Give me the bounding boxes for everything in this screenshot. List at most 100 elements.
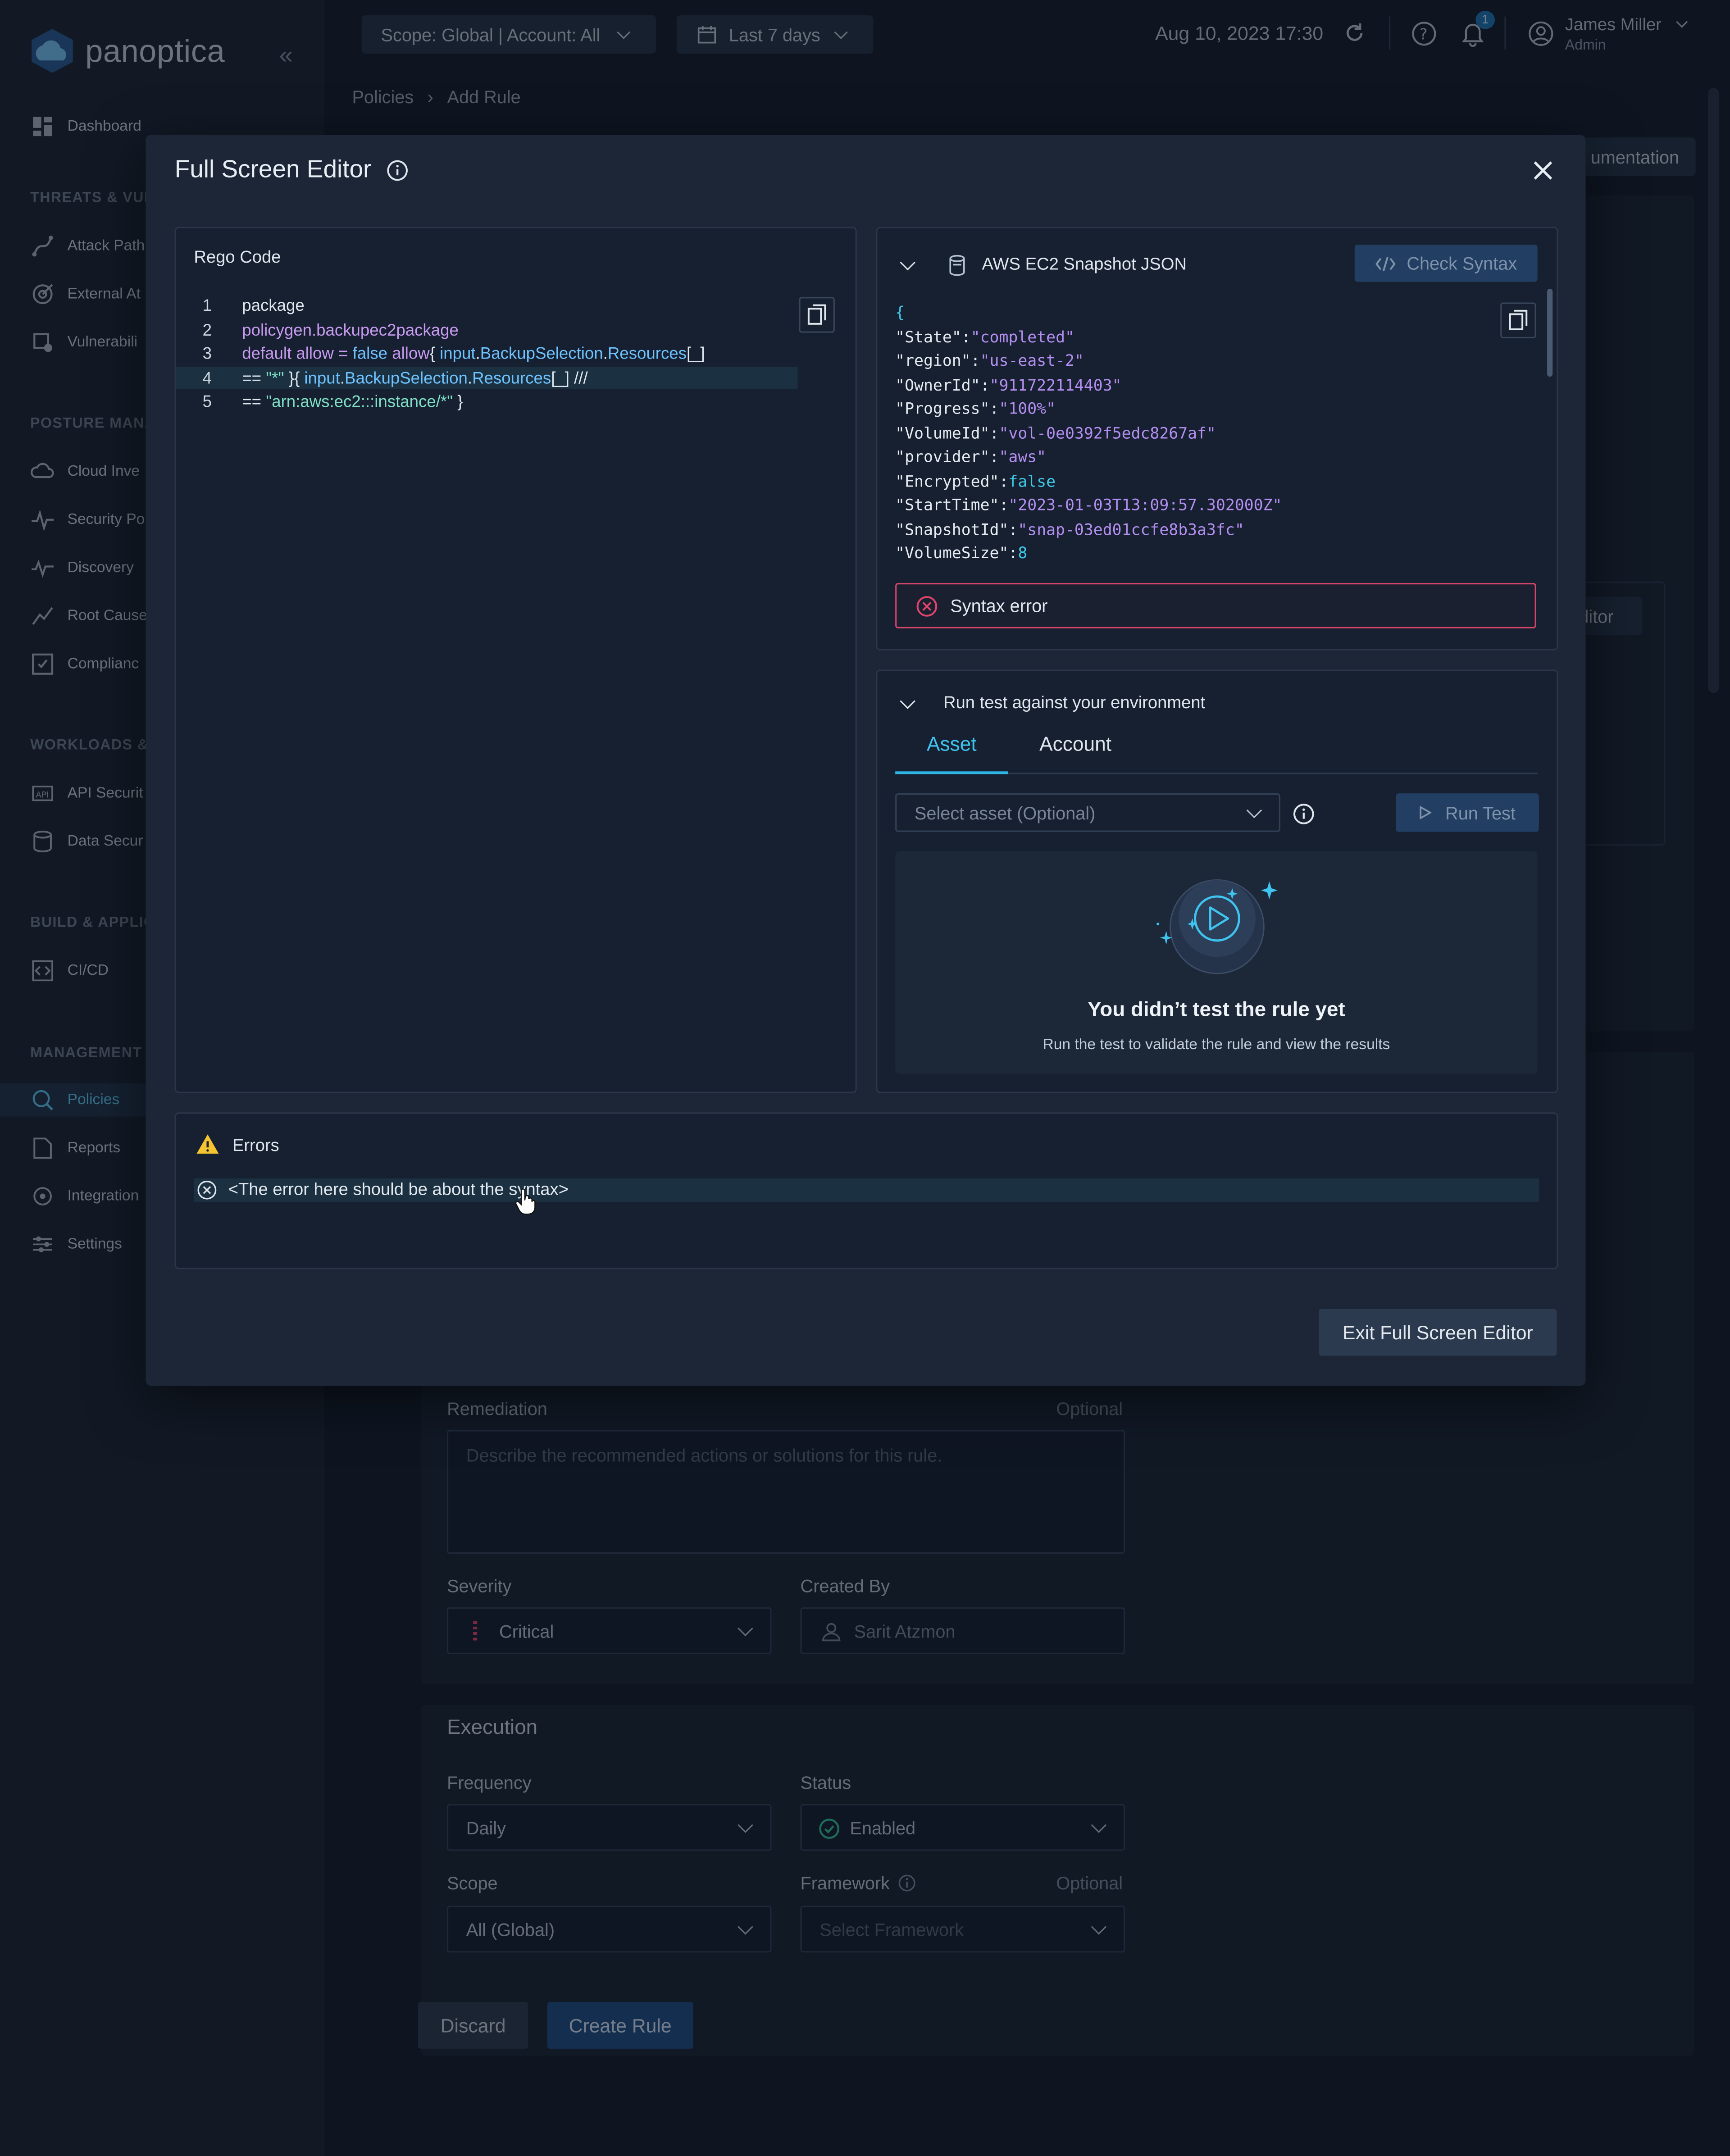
chevron-down-icon — [1246, 802, 1262, 819]
syntax-error-text: Syntax error — [950, 595, 1048, 616]
code-token: == — [242, 368, 266, 388]
rego-code-title: Rego Code — [194, 247, 281, 267]
rego-code-panel: Rego Code 1 package 2 policygen.backupec2pa… — [174, 227, 857, 1093]
json-key: "region": — [895, 350, 980, 370]
json-value: "aws" — [999, 446, 1047, 466]
json-line: "StartTime":"2023-01-03T13:09:57.302000Z… — [895, 494, 1500, 518]
json-key: "VolumeId": — [895, 423, 999, 442]
code-token: . — [340, 368, 345, 388]
select-asset-placeholder: Select asset (Optional) — [914, 802, 1096, 823]
line-number: 5 — [202, 392, 212, 412]
code-token: == — [242, 392, 266, 412]
json-line: "VolumeId":"vol-0e0392f5edc8267af" — [895, 422, 1500, 446]
code-token: false — [352, 344, 388, 364]
code-token: { — [429, 344, 440, 364]
json-key: "Encrypted": — [895, 471, 1009, 491]
code-token: "arn:aws:ec2:::instance/*" — [266, 392, 453, 412]
json-key: "VolumeSize": — [895, 543, 1018, 563]
empty-state-subtitle: Run the test to validate the rule and vi… — [1043, 1037, 1390, 1054]
json-title: AWS EC2 Snapshot JSON — [982, 254, 1187, 274]
code-token: Resources — [607, 344, 687, 364]
exit-full-screen-button[interactable]: Exit Full Screen Editor — [1319, 1309, 1557, 1356]
json-key: "Progress": — [895, 399, 999, 418]
code-line: 3 default allow = false allow{ input. Back… — [176, 343, 823, 367]
run-test-panel: Run test against your environment Asset … — [876, 669, 1558, 1093]
info-icon[interactable] — [387, 159, 409, 182]
json-value: 8 — [1018, 543, 1028, 563]
json-scrollbar[interactable] — [1547, 288, 1553, 377]
json-line: "OwnerId":"911722114403" — [895, 373, 1500, 397]
code-token: . — [467, 368, 473, 388]
json-line: "Encrypted":false — [895, 469, 1500, 493]
line-number: 2 — [202, 319, 212, 339]
line-number: 4 — [202, 368, 212, 388]
code-token: "*" — [266, 368, 284, 388]
json-value: false — [1008, 471, 1056, 491]
json-value: "vol-0e0392f5edc8267af" — [999, 423, 1216, 442]
json-line: "SnapshotId":"snap-03ed01ccfe8b3a3fc" — [895, 518, 1500, 541]
code-token: }{ — [284, 368, 305, 388]
run-test-button[interactable]: Run Test — [1396, 793, 1539, 832]
modal-title: Full Screen Editor — [174, 155, 372, 183]
code-line: 5 == "arn:aws:ec2:::instance/*" } — [176, 391, 823, 415]
json-lines: "State":"completed" "region":"us-east-2" "… — [895, 325, 1500, 566]
code-token: policygen.backupec2package — [242, 319, 459, 339]
run-test-title: Run test against your environment — [943, 693, 1206, 713]
code-token: allow — [387, 344, 430, 364]
code-token: package — [242, 296, 305, 315]
select-asset-dropdown[interactable]: Select asset (Optional) — [895, 793, 1280, 832]
warning-icon — [196, 1134, 219, 1154]
json-value: "2023-01-03T13:09:57.302000Z" — [1008, 495, 1282, 514]
error-circle-icon — [916, 595, 938, 616]
json-viewer[interactable]: { "State":"completed" "region":"us-east-2… — [895, 301, 1500, 578]
close-icon[interactable] — [1534, 161, 1553, 180]
code-token: . — [603, 344, 608, 364]
code-token: Resources — [472, 368, 551, 388]
json-value: "snap-03ed01ccfe8b3a3fc" — [1018, 519, 1244, 538]
chevron-down-icon[interactable] — [900, 693, 915, 709]
play-icon — [1420, 805, 1432, 820]
json-key: "OwnerId": — [895, 374, 990, 394]
error-x-icon — [197, 1180, 217, 1200]
code-token: } — [453, 392, 463, 412]
json-line: "provider":"aws" — [895, 446, 1500, 469]
snapshot-icon — [949, 255, 965, 276]
error-row[interactable]: <The error here should be about the synt… — [194, 1178, 1539, 1202]
check-syntax-label: Check Syntax — [1407, 253, 1517, 274]
play-illustration-icon — [1156, 879, 1278, 974]
copy-json-button[interactable] — [1500, 302, 1536, 338]
json-value: "100%" — [999, 399, 1056, 418]
code-token: BackupSelection — [480, 344, 603, 364]
tab-asset[interactable]: Asset — [895, 734, 1008, 774]
code-line: 2 policygen.backupec2package — [176, 318, 823, 343]
run-test-label: Run Test — [1445, 802, 1516, 823]
code-line: 4 == "*" }{ input. BackupSelection. Resourc… — [176, 367, 823, 391]
json-panel: AWS EC2 Snapshot JSON Check Syntax { "St… — [876, 227, 1558, 650]
json-key: "State": — [895, 326, 971, 346]
full-screen-editor-modal: Full Screen Editor Rego Code 1 package 2 po… — [146, 135, 1586, 1386]
code-token: [_] /// — [551, 368, 588, 388]
json-line: "State":"completed" — [895, 325, 1500, 349]
code-token: input — [440, 344, 476, 364]
code-token: default allow = — [242, 344, 353, 364]
check-syntax-button[interactable]: Check Syntax — [1354, 245, 1538, 282]
json-value: "us-east-2" — [980, 350, 1084, 370]
json-key: "SnapshotId": — [895, 519, 1018, 538]
json-key: "StartTime": — [895, 495, 1009, 514]
errors-panel: Errors <The error here should be about t… — [174, 1112, 1558, 1269]
code-token: BackupSelection — [345, 368, 468, 388]
json-line: "VolumeSize":8 — [895, 542, 1500, 566]
json-line: "Progress":"100%" — [895, 397, 1500, 421]
code-token: [_] — [686, 344, 705, 364]
line-number: 1 — [202, 296, 212, 315]
tab-account[interactable]: Account — [1019, 734, 1132, 774]
copy-icon — [1509, 309, 1528, 331]
code-line: 1 package — [176, 294, 823, 318]
code-editor[interactable]: 1 package 2 policygen.backupec2package 3 defa… — [176, 294, 823, 415]
chevron-down-icon[interactable] — [900, 255, 915, 271]
hand-cursor-icon — [515, 1188, 536, 1215]
info-icon[interactable] — [1293, 803, 1315, 825]
json-key: "provider": — [895, 446, 999, 466]
syntax-error-banner: Syntax error — [895, 583, 1536, 628]
json-value: "completed" — [970, 326, 1074, 346]
